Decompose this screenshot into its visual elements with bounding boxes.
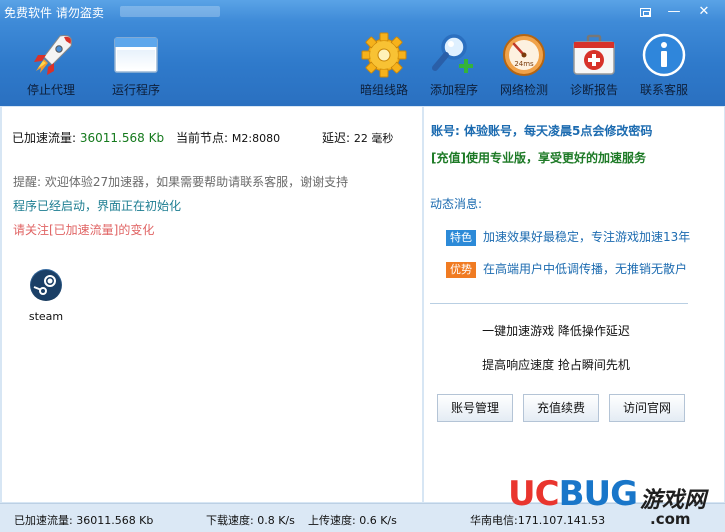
contact-support-label: 联系客服: [639, 83, 688, 97]
status-upload: 上传速度: 0.6 K/s: [308, 514, 397, 527]
skin-icon: [639, 8, 651, 17]
watermark-com: .com: [650, 510, 691, 528]
window-icon: [114, 37, 158, 73]
account-panel: 账号: 体验账号，每天凌晨5点会修改密码 [充值]使用专业版，享受更好的加速服务…: [424, 107, 724, 502]
node-value: M2:8080: [231, 132, 281, 145]
game-label: steam: [28, 310, 64, 323]
dark-route-label: 暗组线路: [359, 83, 408, 97]
latency-stat: 延迟: 22 毫秒: [322, 129, 393, 146]
welcome-message: 提醒: 欢迎体验27加速器，如果需要帮助请联系客服，谢谢支持: [13, 175, 349, 189]
diagnose-report-label: 诊断报告: [569, 83, 618, 97]
node-stat: 当前节点: M2:8080: [176, 129, 280, 146]
news-text: 在高端用户中低调传播，无推销无散户: [483, 262, 688, 276]
watermark-uc: UC: [508, 474, 560, 514]
latency-value: 22 毫秒: [353, 132, 394, 145]
node-label: 当前节点:: [176, 131, 229, 145]
promo-line-1: 一键加速游戏 降低操作延迟: [482, 324, 630, 338]
magnifier-plus-icon: [432, 34, 473, 73]
news-item[interactable]: 优势 在高端用户中低调传播，无推销无散户: [446, 260, 687, 278]
traffic-label: 已加速流量:: [12, 131, 77, 145]
network-check-button[interactable]: 24ms 网络检测: [489, 30, 559, 102]
steam-icon: [30, 269, 62, 301]
stop-proxy-label: 停止代理: [26, 83, 75, 97]
news-text: 加速效果好最稳定，专注游戏加速13年: [483, 230, 691, 244]
game-item-steam[interactable]: steam: [24, 269, 68, 323]
status-download: 下载速度: 0.8 K/s: [206, 514, 295, 527]
news-tag: 特色: [446, 230, 476, 246]
news-item[interactable]: 特色 加速效果好最稳定，专注游戏加速13年: [446, 228, 690, 246]
title-bar: 免费软件 请勿盗卖 — ✕: [0, 0, 725, 24]
title-blurred-region: [120, 6, 220, 17]
watermark-logo: UCBUG: [508, 474, 638, 514]
news-tag: 优势: [446, 262, 476, 278]
run-program-button[interactable]: 运行程序: [101, 30, 171, 102]
dark-route-button[interactable]: 暗组线路: [349, 30, 419, 102]
speedometer-icon: 24ms: [503, 34, 545, 76]
status-panel: 已加速流量: 36011.568 Kb 当前节点: M2:8080 延迟: 22…: [2, 107, 422, 502]
close-button[interactable]: ✕: [695, 4, 713, 20]
skin-button[interactable]: [636, 4, 654, 20]
traffic-value: 36011.568 Kb: [79, 131, 165, 145]
news-title: 动态消息:: [430, 197, 483, 211]
status-traffic: 已加速流量: 36011.568 Kb: [14, 514, 154, 527]
minimize-button[interactable]: —: [665, 4, 683, 20]
main-area: 已加速流量: 36011.568 Kb 当前节点: M2:8080 延迟: 22…: [0, 106, 725, 503]
stop-proxy-button[interactable]: 停止代理: [16, 30, 86, 102]
info-icon: [642, 33, 686, 77]
contact-support-button[interactable]: 联系客服: [629, 30, 699, 102]
traffic-notice: 请关注[已加速流量]的变化: [13, 223, 155, 237]
visit-website-button[interactable]: 访问官网: [609, 394, 685, 422]
gear-icon: [361, 32, 407, 78]
account-info: 账号: 体验账号，每天凌晨5点会修改密码: [431, 124, 653, 138]
network-check-label: 网络检测: [499, 83, 548, 97]
traffic-stat: 已加速流量: 36011.568 Kb: [12, 129, 164, 146]
header-band: 免费软件 请勿盗卖 — ✕ 停止代理 运行程序 暗组线路 添加程序 24ms 网…: [0, 0, 725, 106]
latency-label: 延迟:: [322, 131, 351, 145]
diagnose-report-button[interactable]: 诊断报告: [559, 30, 629, 102]
promo-line-2: 提高响应速度 抢占瞬间先机: [482, 358, 630, 372]
recharge-button[interactable]: 充值续费: [523, 394, 599, 422]
speed-badge: 24ms: [514, 60, 534, 68]
window-title: 免费软件 请勿盗卖: [4, 6, 104, 20]
app-window: 免费软件 请勿盗卖 — ✕ 停止代理 运行程序 暗组线路 添加程序 24ms 网…: [0, 0, 725, 532]
run-program-label: 运行程序: [111, 83, 160, 97]
watermark-bug: BUG: [558, 474, 638, 514]
account-manage-button[interactable]: 账号管理: [437, 394, 513, 422]
divider: [430, 303, 688, 304]
recharge-link[interactable]: [充值]使用专业版，享受更好的加速服务: [431, 149, 646, 166]
first-aid-kit-icon: [573, 34, 615, 75]
add-program-label: 添加程序: [429, 83, 478, 97]
add-program-button[interactable]: 添加程序: [419, 30, 489, 102]
ucbug-watermark: UCBUG 游戏网 .com: [502, 470, 725, 532]
startup-message: 程序已经启动，界面正在初始化: [13, 199, 182, 213]
rocket-icon: [34, 35, 73, 75]
